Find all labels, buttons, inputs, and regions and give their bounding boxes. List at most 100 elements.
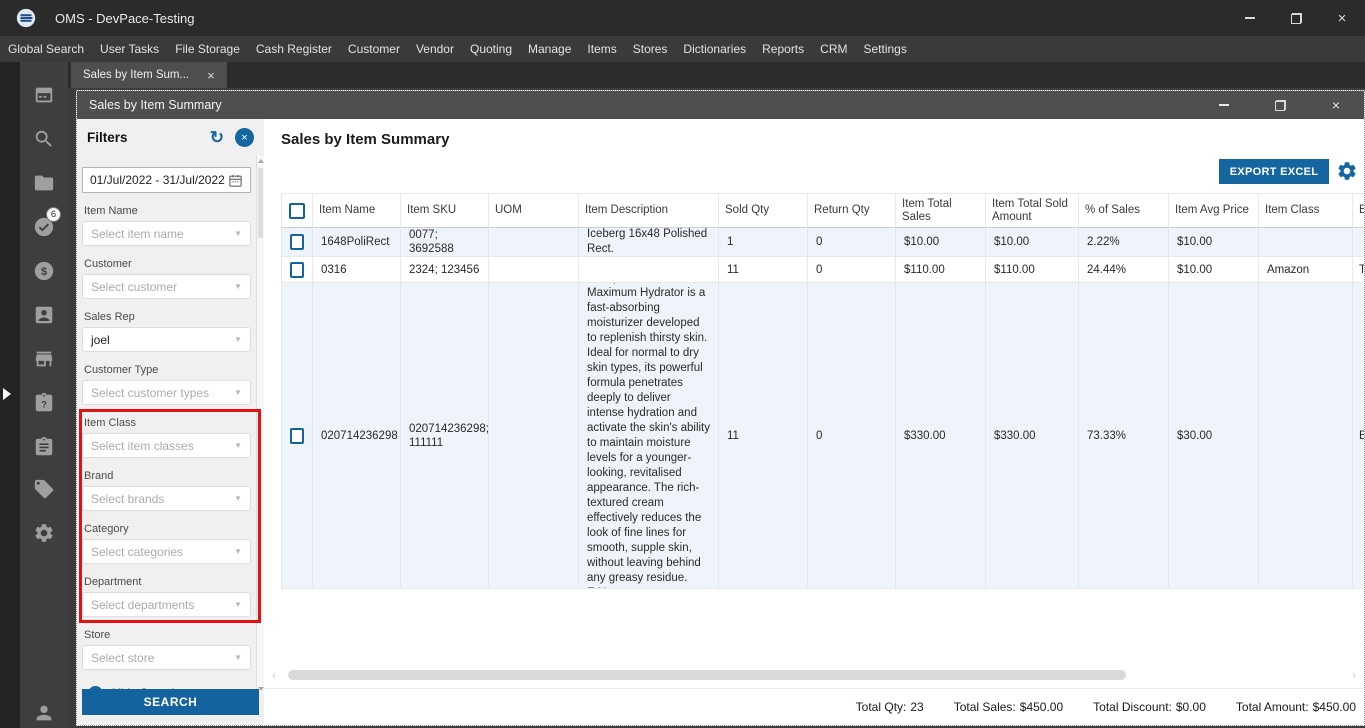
col-item-name[interactable]: Item Name (313, 193, 401, 228)
menu-reports[interactable]: Reports (754, 36, 812, 62)
col-item-class[interactable]: Item Class (1259, 193, 1353, 228)
cell-uom (489, 257, 579, 283)
table-row[interactable]: 1648PoliRect 0077; 3692588 Iceberg 16x48… (281, 228, 1364, 257)
app-restore-button[interactable] (1273, 0, 1319, 36)
menu-dictionaries[interactable]: Dictionaries (675, 36, 754, 62)
window-titlebar: Sales by Item Summary × (77, 91, 1364, 119)
minimize-icon (1219, 104, 1229, 106)
horizontal-scrollbar[interactable]: ‹ › (268, 669, 1360, 681)
brand-select[interactable]: Select brands ▼ (82, 486, 251, 511)
cell-item-total-sold-amount: $330.00 (986, 283, 1079, 589)
tabbar: Sales by Item Sum... × (68, 62, 1365, 88)
user-icon[interactable] (33, 702, 55, 724)
customer-select[interactable]: Select customer ▼ (82, 274, 251, 299)
cell-item-sku: 2324; 123456 (401, 257, 489, 283)
settings-gear-icon[interactable] (33, 522, 55, 544)
col-return-qty[interactable]: Return Qty (808, 193, 896, 228)
department-select[interactable]: Select departments ▼ (82, 592, 251, 617)
menu-crm[interactable]: CRM (812, 36, 855, 62)
col-uom[interactable]: UOM (489, 193, 579, 228)
filters-scrollbar-thumb[interactable] (258, 168, 263, 238)
sales-rep-label: Sales Rep (84, 311, 135, 323)
cell-item-sku: 0077; 3692588 (401, 228, 489, 257)
col-sold-qty[interactable]: Sold Qty (719, 193, 808, 228)
category-placeholder: Select categories (91, 544, 184, 559)
chevron-down-icon: ▼ (234, 229, 242, 238)
col-item-sku[interactable]: Item SKU (401, 193, 489, 228)
mdi-workspace: Sales by Item Sum... × Sales by Item Sum… (68, 62, 1365, 728)
money-icon[interactable]: $ (33, 260, 55, 282)
menu-manage[interactable]: Manage (520, 36, 579, 62)
clipboard-question-icon[interactable]: ? (33, 392, 55, 414)
customer-type-select[interactable]: Select customer types ▼ (82, 380, 251, 405)
contact-card-icon[interactable] (33, 304, 55, 326)
select-all-checkbox[interactable] (289, 202, 305, 219)
row-checkbox[interactable] (290, 427, 304, 444)
search-icon[interactable] (33, 128, 55, 150)
collapsed-panel-rail (0, 62, 20, 728)
dashboard-icon[interactable] (33, 84, 55, 106)
cell-item-name: 020714236298 (313, 283, 401, 589)
cell-clipped: E (1353, 283, 1364, 589)
item-class-placeholder: Select item classes (91, 438, 194, 453)
menu-settings[interactable]: Settings (855, 36, 914, 62)
col-item-total-sales[interactable]: Item Total Sales (896, 193, 986, 228)
col-clipped[interactable]: B (1353, 193, 1364, 228)
folder-icon[interactable] (33, 172, 55, 194)
menu-user-tasks[interactable]: User Tasks (92, 36, 167, 62)
date-range-field[interactable]: 01/Jul/2022 - 31/Jul/2022 (82, 167, 251, 193)
window-minimize-button[interactable] (1196, 91, 1252, 119)
menu-vendor[interactable]: Vendor (408, 36, 462, 62)
row-checkbox[interactable] (290, 261, 304, 278)
table-row[interactable]: 020714236298 020714236298; 111111 Cliniq… (281, 283, 1364, 589)
menu-items[interactable]: Items (579, 36, 624, 62)
app-close-button[interactable]: × (1319, 0, 1365, 36)
menu-customer[interactable]: Customer (340, 36, 408, 62)
store-select[interactable]: Select store ▼ (82, 645, 251, 670)
svg-text:$: $ (41, 266, 47, 278)
col-item-avg-price[interactable]: Item Avg Price (1169, 193, 1259, 228)
icon-sidebar: 6 $ ? (20, 62, 68, 728)
cell-item-total-sold-amount: $110.00 (986, 257, 1079, 283)
grid-settings-gear-icon[interactable] (1336, 160, 1358, 182)
col-pct-of-sales[interactable]: % of Sales (1079, 193, 1169, 228)
cell-item-class (1259, 283, 1353, 589)
filters-close-icon[interactable]: × (235, 128, 254, 147)
clipboard-list-icon[interactable] (33, 436, 55, 458)
menu-quoting[interactable]: Quoting (462, 36, 520, 62)
row-checkbox[interactable] (290, 234, 304, 250)
tag-icon[interactable] (33, 478, 55, 500)
item-class-select[interactable]: Select item classes ▼ (82, 433, 251, 458)
cell-clipped: T (1353, 257, 1364, 283)
item-name-select[interactable]: Select item name ▼ (82, 221, 251, 246)
calendar-icon[interactable] (228, 173, 243, 188)
export-excel-button[interactable]: EXPORT EXCEL (1219, 159, 1329, 184)
horizontal-scrollbar-track[interactable] (280, 670, 1348, 680)
scroll-right-icon[interactable]: › (1348, 669, 1360, 681)
tab-sales-by-item-summary[interactable]: Sales by Item Sum... × (71, 62, 227, 88)
app-minimize-button[interactable] (1227, 0, 1273, 36)
scroll-left-icon[interactable]: ‹ (268, 669, 280, 681)
window-restore-button[interactable] (1252, 91, 1308, 119)
chevron-down-icon: ▼ (234, 547, 242, 556)
col-item-description[interactable]: Item Description (579, 193, 719, 228)
tab-close-icon[interactable]: × (207, 69, 215, 82)
menu-global-search[interactable]: Global Search (0, 36, 92, 62)
restore-icon (1274, 99, 1286, 111)
category-select[interactable]: Select categories ▼ (82, 539, 251, 564)
menu-stores[interactable]: Stores (625, 36, 676, 62)
expand-arrow-icon[interactable] (3, 388, 11, 400)
minimize-icon (1245, 17, 1255, 19)
horizontal-scrollbar-thumb[interactable] (288, 670, 1126, 680)
menu-file-storage[interactable]: File Storage (167, 36, 248, 62)
sales-rep-select[interactable]: joel ▼ (82, 327, 251, 352)
category-label: Category (84, 523, 129, 535)
store-icon[interactable] (33, 348, 55, 370)
window-close-button[interactable]: × (1308, 91, 1364, 119)
search-button[interactable]: SEARCH (82, 689, 259, 715)
refresh-icon[interactable]: ↻ (210, 129, 224, 146)
table-row[interactable]: 0316 2324; 123456 11 0 $110.00 $110.00 2… (281, 257, 1364, 283)
filters-scrollbar[interactable] (256, 156, 264, 694)
col-item-total-sold-amount[interactable]: Item Total Sold Amount (986, 193, 1079, 228)
menu-cash-register[interactable]: Cash Register (248, 36, 340, 62)
